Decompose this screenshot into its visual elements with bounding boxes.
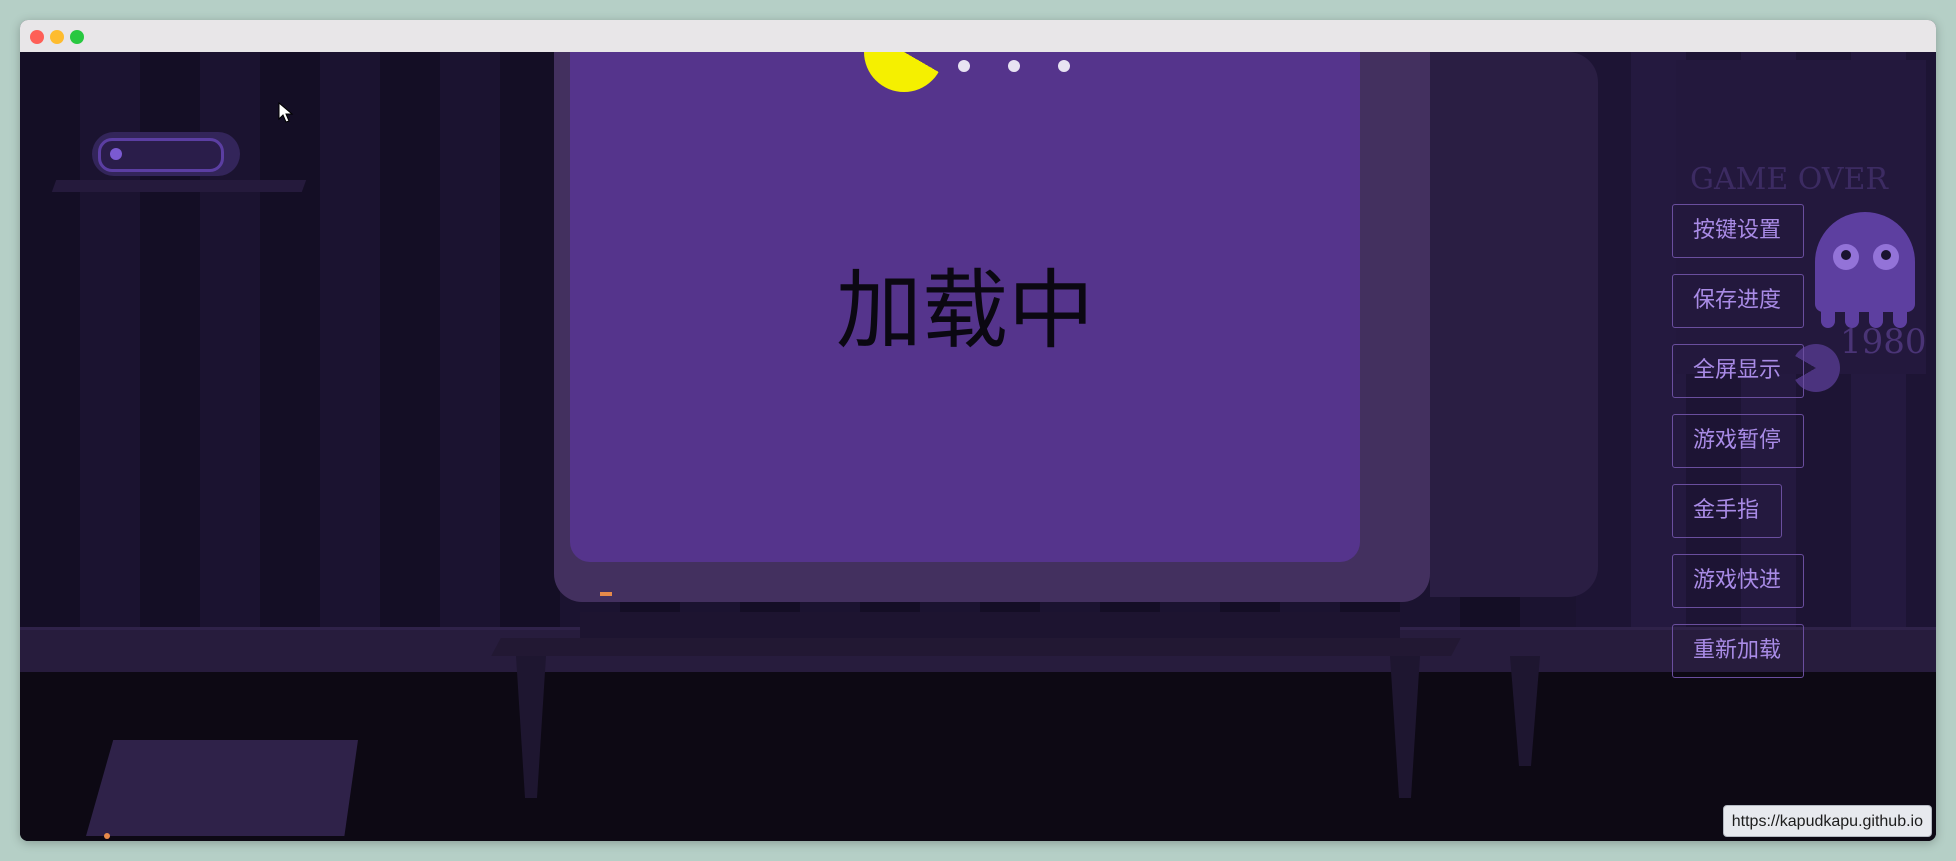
console-led [104,833,110,839]
status-url: https://kapudkapu.github.io [1722,805,1932,837]
console-icon [86,740,358,836]
save-progress-button[interactable]: 保存进度 [1672,274,1804,328]
power-led [600,592,612,596]
control-menu: 按键设置 保存进度 全屏显示 游戏暂停 金手指 游戏快进 重新加载 [1672,204,1832,694]
wall-shelf [51,180,307,192]
game-scene: GAME OVER 1980 加载中 按键设置 保存进度 全屏显示 游戏暂停 金… [20,52,1936,841]
loading-text: 加载中 [836,261,1094,361]
tv-stand [580,612,1400,638]
browser-window: GAME OVER 1980 加载中 按键设置 保存进度 全屏显示 游戏暂停 金… [20,20,1936,841]
game-screen[interactable]: 加载中 [570,52,1360,562]
reload-button[interactable]: 重新加载 [1672,624,1804,678]
cheats-button[interactable]: 金手指 [1672,484,1782,538]
pellet-icon [1008,60,1020,72]
fast-forward-button[interactable]: 游戏快进 [1672,554,1804,608]
pellet-icon [958,60,970,72]
pause-game-button[interactable]: 游戏暂停 [1672,414,1804,468]
controller-icon [92,132,240,176]
cursor-icon [278,102,294,123]
key-settings-button[interactable]: 按键设置 [1672,204,1804,258]
table-top [491,638,1461,656]
zoom-window-button[interactable] [70,30,84,44]
pellet-icon [1058,60,1070,72]
poster-title: GAME OVER [1690,162,1889,197]
fullscreen-button[interactable]: 全屏显示 [1672,344,1804,398]
close-window-button[interactable] [30,30,44,44]
minimize-window-button[interactable] [50,30,64,44]
crt-side [1430,52,1598,597]
title-bar [20,20,1936,53]
